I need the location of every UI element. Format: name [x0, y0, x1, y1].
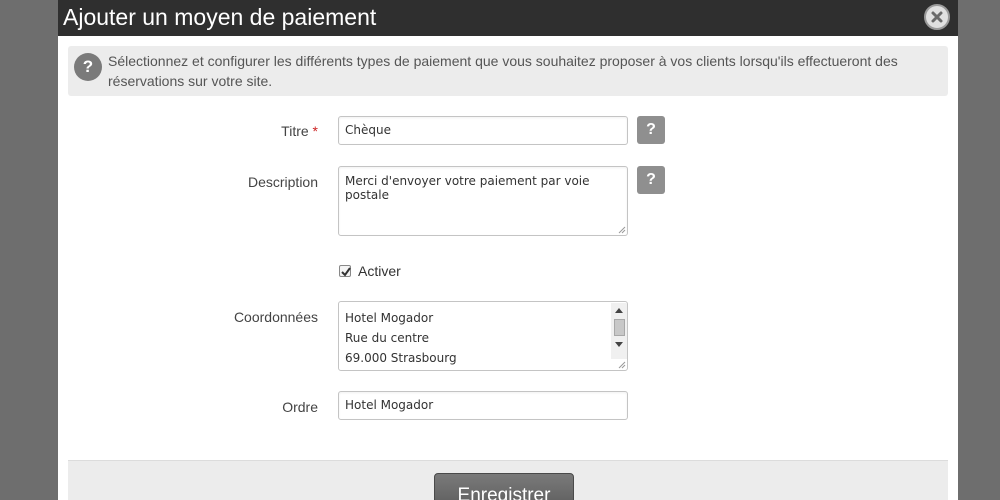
scroll-down-arrow-icon[interactable]	[611, 337, 627, 351]
coordonnees-textarea[interactable]: Hotel Mogador Rue du centre 69.000 Stras…	[338, 301, 628, 371]
modal-header: Ajouter un moyen de paiement	[58, 0, 958, 36]
coordonnees-label: Coordonnées	[233, 309, 318, 325]
backdrop-left	[0, 0, 58, 500]
ordre-label: Ordre	[282, 399, 318, 415]
coordonnees-line: Hotel Mogador	[345, 311, 434, 325]
scroll-thumb[interactable]	[614, 319, 625, 336]
payment-method-modal: Ajouter un moyen de paiement ? Sélection…	[58, 0, 958, 500]
description-text: Merci d'envoyer votre paiement par voie …	[345, 174, 590, 202]
close-button[interactable]	[924, 4, 950, 30]
coordonnees-line: Rue du centre	[345, 331, 429, 345]
question-circle-icon: ?	[74, 53, 102, 81]
modal-title: Ajouter un moyen de paiement	[63, 4, 377, 30]
description-label: Description	[247, 174, 318, 190]
activer-checkbox[interactable]	[339, 265, 351, 277]
checkmark-icon	[341, 267, 351, 277]
titre-label-text: Titre	[281, 123, 309, 139]
titre-help-button[interactable]: ?	[637, 116, 665, 144]
activer-label: Activer	[358, 263, 401, 279]
modal-footer: Enregistrer	[68, 460, 948, 500]
coordonnees-line: 69.000 Strasbourg	[345, 351, 457, 365]
description-textarea[interactable]: Merci d'envoyer votre paiement par voie …	[338, 166, 628, 236]
resize-grip-icon[interactable]	[618, 361, 626, 369]
info-text: Sélectionnez et configurer les différent…	[108, 53, 898, 89]
scroll-up-arrow-icon[interactable]	[611, 303, 627, 317]
ordre-input[interactable]: Hotel Mogador	[338, 391, 628, 420]
required-mark: *	[312, 123, 318, 139]
scrollbar[interactable]	[611, 303, 627, 359]
info-box: ? Sélectionnez et configurer les différe…	[68, 46, 948, 96]
titre-label: Titre *	[118, 122, 318, 140]
close-icon	[931, 11, 943, 23]
coordonnees-lines: Hotel Mogador Rue du centre 69.000 Stras…	[345, 308, 457, 368]
resize-grip-icon[interactable]	[618, 226, 626, 234]
description-help-button[interactable]: ?	[637, 166, 665, 194]
titre-input[interactable]: Chèque	[338, 116, 628, 145]
save-button[interactable]: Enregistrer	[434, 473, 574, 500]
backdrop-right	[958, 0, 1000, 500]
